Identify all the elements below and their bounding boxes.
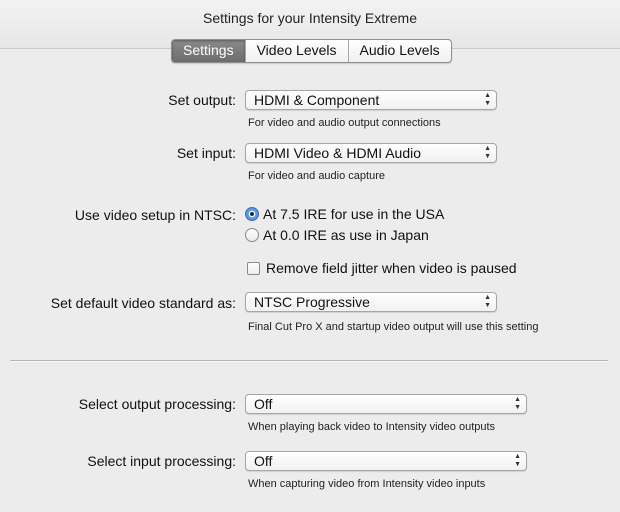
up-down-chevron-icon: ▲ ▼ [484, 145, 491, 160]
video-standard-select-value: NTSC Progressive [254, 294, 370, 310]
video-standard-label: Set default video standard as: [50, 295, 236, 311]
output-processing-select-value: Off [254, 396, 273, 412]
output-hint: For video and audio output connections [248, 117, 441, 129]
input-processing-hint: When capturing video from Intensity vide… [248, 478, 486, 490]
input-hint: For video and audio capture [248, 170, 385, 182]
tab-settings[interactable]: Settings [172, 40, 245, 62]
input-label: Set input: [176, 145, 236, 161]
tab-video-levels[interactable]: Video Levels [244, 40, 348, 62]
video-setup-label: Use video setup in NTSC: [74, 207, 236, 223]
output-label: Set output: [168, 92, 236, 108]
tab-bar: Settings Video Levels Audio Levels [171, 39, 452, 63]
output-processing-hint: When playing back video to Intensity vid… [248, 421, 496, 433]
tab-audio-levels[interactable]: Audio Levels [347, 40, 451, 62]
radio-button-icon[interactable] [245, 207, 259, 221]
input-select-value: HDMI Video & HDMI Audio [254, 145, 422, 161]
input-processing-label: Select input processing: [87, 453, 236, 469]
radio-7-5-ire[interactable]: At 7.5 IRE for use in the USA [245, 206, 444, 222]
output-processing-label: Select output processing: [78, 396, 236, 412]
up-down-chevron-icon: ▲ ▼ [514, 453, 521, 468]
window-title: Settings for your Intensity Extreme [203, 10, 417, 26]
input-processing-select[interactable]: Off ▲ ▼ [245, 451, 527, 471]
radio-7-5-ire-label: At 7.5 IRE for use in the USA [263, 206, 445, 222]
input-select[interactable]: HDMI Video & HDMI Audio ▲ ▼ [245, 143, 497, 163]
up-down-chevron-icon: ▲ ▼ [514, 396, 521, 411]
video-standard-hint: Final Cut Pro X and startup video output… [248, 321, 539, 333]
video-standard-select[interactable]: NTSC Progressive ▲ ▼ [245, 292, 497, 312]
output-select-value: HDMI & Component [254, 92, 380, 108]
up-down-chevron-icon: ▲ ▼ [484, 294, 491, 309]
output-processing-select[interactable]: Off ▲ ▼ [245, 394, 527, 414]
radio-button-icon[interactable] [245, 228, 259, 242]
input-processing-select-value: Off [254, 453, 273, 469]
radio-0-0-ire-label: At 0.0 IRE as use in Japan [263, 227, 429, 243]
up-down-chevron-icon: ▲ ▼ [484, 92, 491, 107]
field-jitter-label: Remove field jitter when video is paused [266, 260, 517, 276]
section-divider [10, 360, 608, 362]
field-jitter-checkbox-row[interactable]: Remove field jitter when video is paused [247, 260, 517, 276]
radio-0-0-ire[interactable]: At 0.0 IRE as use in Japan [245, 227, 429, 243]
output-select[interactable]: HDMI & Component ▲ ▼ [245, 90, 497, 110]
checkbox-icon[interactable] [247, 261, 260, 275]
